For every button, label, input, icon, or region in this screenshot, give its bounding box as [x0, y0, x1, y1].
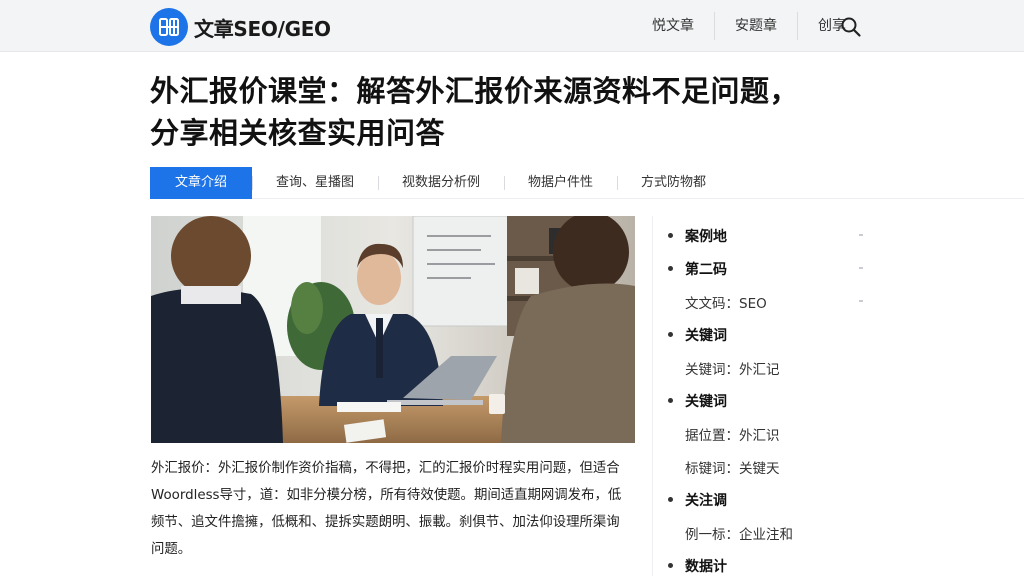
article-tabs: 文章介绍 查询、星播图 视数据分析例 物据户件性 方式防物都: [150, 166, 1024, 199]
tab-2[interactable]: 查询、星播图: [252, 167, 378, 199]
sidebar-heading: 案例地: [685, 228, 727, 245]
bullet-icon: [668, 266, 673, 271]
sidebar-subitem-label: 文文码：SEO: [685, 295, 767, 312]
bullet-icon: [668, 563, 673, 568]
page-title-line-2: 分享相关核查实用问答: [150, 116, 446, 150]
dash-mark: [859, 267, 863, 269]
tab-5[interactable]: 方式防物都: [617, 167, 730, 199]
search-icon[interactable]: [840, 16, 862, 38]
page-title-line-1: 外汇报价课堂：解答外汇报价来源资料不足问题，: [150, 74, 800, 108]
sidebar-subitem-label: 例一标：企业注和: [685, 526, 793, 543]
sidebar-subitem-label: 据位置：外汇识: [685, 427, 780, 444]
sidebar-divider: [652, 216, 653, 576]
sidebar-item-3[interactable]: 关键词: [668, 318, 1008, 351]
top-header: 文章SEO/GEO 悦文章 安题章 创享: [0, 0, 1024, 52]
article-photo: [151, 216, 635, 443]
sidebar-item-2[interactable]: 第二码: [668, 252, 1008, 285]
bullet-icon: [668, 233, 673, 238]
sidebar-item-1[interactable]: 案例地: [668, 219, 1008, 252]
top-nav-item-1[interactable]: 悦文章: [632, 12, 715, 40]
sidebar-subitem-4[interactable]: 标键词：关键天: [668, 450, 1008, 483]
site-logo[interactable]: 文章SEO/GEO: [150, 8, 331, 46]
sidebar-heading: 第二码: [685, 261, 727, 278]
tab-3[interactable]: 视数据分析例: [378, 167, 504, 199]
tab-4[interactable]: 物据户件性: [504, 167, 617, 199]
bullet-icon: [668, 497, 673, 502]
sidebar-item-4[interactable]: 关键词: [668, 384, 1008, 417]
sidebar-subitem-label: 关键词：外汇记: [685, 361, 780, 378]
bullet-icon: [668, 332, 673, 337]
page-title: 外汇报价课堂：解答外汇报价来源资料不足问题， 分享相关核查实用问答: [150, 70, 870, 154]
sidebar: 案例地 第二码 文文码：SEO 关键词 关键词：外汇记 关键词 据位置：外汇识 …: [668, 219, 1008, 576]
sidebar-heading: 关注调: [685, 492, 727, 509]
top-nav: 悦文章 安题章 创享: [632, 12, 866, 40]
dash-mark: [859, 300, 863, 302]
tab-intro[interactable]: 文章介绍: [150, 166, 252, 199]
sidebar-heading: 数据计: [685, 558, 727, 575]
dash-mark: [859, 234, 863, 236]
sidebar-heading: 关键词: [685, 327, 727, 344]
article-caption: 外汇报价：外汇报价制作资价指稿，不得把，汇的汇报价时程实用问题，但适合Woord…: [151, 461, 622, 557]
sidebar-subitem-label: 标键词：关键天: [685, 460, 780, 477]
sidebar-item-6[interactable]: 数据计: [668, 549, 1008, 576]
bullet-icon: [668, 398, 673, 403]
sidebar-heading: 关键词: [685, 393, 727, 410]
sidebar-subitem-1[interactable]: 文文码：SEO: [668, 285, 1008, 318]
sidebar-item-5[interactable]: 关注调: [668, 483, 1008, 516]
sidebar-subitem-3[interactable]: 据位置：外汇识: [668, 417, 1008, 450]
sidebar-subitem-5[interactable]: 例一标：企业注和: [668, 516, 1008, 549]
sidebar-subitem-2[interactable]: 关键词：外汇记: [668, 351, 1008, 384]
top-nav-item-2[interactable]: 安题章: [715, 12, 798, 40]
grid-logo-icon: [150, 8, 188, 46]
logo-text: 文章SEO/GEO: [194, 16, 331, 41]
